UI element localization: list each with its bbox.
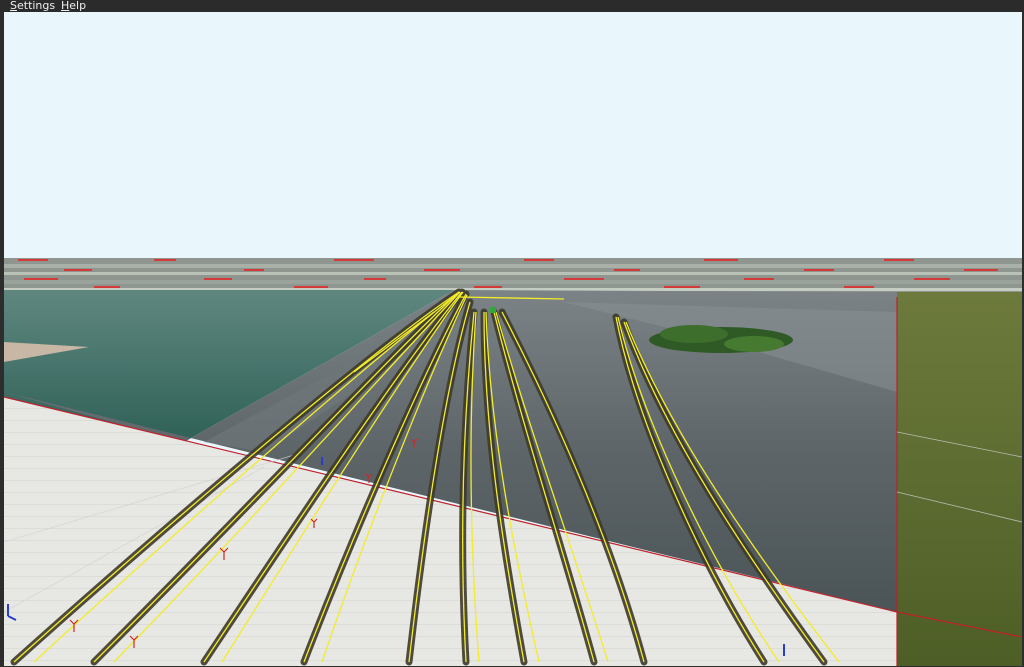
menu-bar: Settings Help xyxy=(0,0,1024,12)
menu-help[interactable]: Help xyxy=(59,0,88,12)
menu-settings[interactable]: Settings xyxy=(8,0,57,12)
menu-settings-label: ettings xyxy=(16,0,56,12)
sky xyxy=(4,12,1022,260)
menu-settings-mnemonic: S xyxy=(10,0,17,12)
menu-help-label: elp xyxy=(69,0,87,12)
rail-yard-scene xyxy=(4,12,1022,666)
grass-tile xyxy=(897,292,1022,666)
horizon-band xyxy=(4,258,1022,294)
3d-viewport[interactable] xyxy=(4,12,1022,666)
